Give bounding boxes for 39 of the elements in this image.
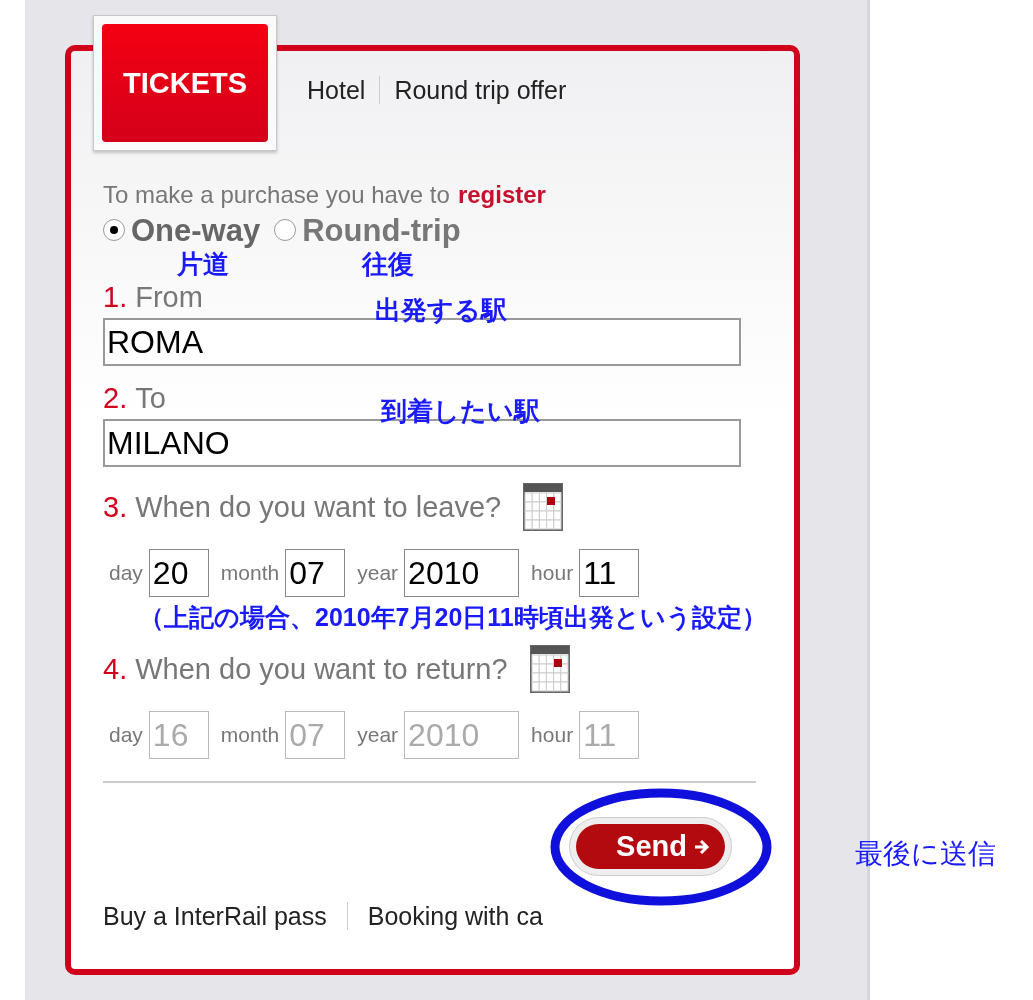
trip-type-label: Round-trip [302, 213, 461, 249]
question-label: When do you want to leave? [135, 490, 502, 524]
date-label: hour [531, 723, 574, 747]
footer-link[interactable]: Buy a InterRail pass [103, 902, 347, 930]
date-field[interactable]: 11 [579, 549, 640, 597]
register-link[interactable]: register [457, 181, 546, 209]
notice-text: To make a purchase you have to [103, 181, 450, 209]
nav-tab[interactable]: Hotel [293, 76, 380, 104]
annotation-text: 往復 [362, 248, 415, 281]
field-label: From [135, 281, 203, 314]
date-label: year [357, 561, 399, 585]
step-number: 3. [103, 490, 128, 524]
calendar-icon[interactable] [529, 645, 570, 693]
nav-tab[interactable]: Round trip offer [379, 76, 581, 104]
annotation-text: 最後に送信 [855, 837, 996, 871]
date-field[interactable]: 07 [285, 549, 346, 597]
radio-button[interactable] [103, 219, 125, 241]
tickets-tab[interactable]: TICKETS [102, 24, 268, 142]
step-number: 4. [103, 652, 128, 686]
date-label: year [357, 723, 399, 747]
question-label: When do you want to return? [135, 652, 508, 686]
date-label: day [109, 723, 143, 747]
date-label: month [220, 561, 280, 585]
date-label: month [220, 723, 280, 747]
annotation-text: 片道 [177, 248, 229, 281]
footer-link[interactable]: Booking with ca [346, 902, 563, 930]
radio-button[interactable] [274, 219, 297, 241]
step-number: 1. [103, 281, 128, 314]
step-number: 2. [103, 382, 128, 415]
calendar-icon[interactable] [523, 483, 564, 531]
date-label: day [109, 561, 143, 585]
trip-type-label: One-way [131, 213, 261, 249]
field-label: To [135, 382, 166, 415]
date-field[interactable]: 2010 [404, 549, 520, 597]
send-button[interactable]: Send [576, 824, 725, 869]
annotation-text: （上記の場合、2010年7月20日11時頃出発という設定） [139, 602, 767, 633]
arrow-right-icon [693, 837, 711, 856]
date-field[interactable]: 20 [148, 549, 209, 597]
date-label: hour [531, 561, 574, 585]
